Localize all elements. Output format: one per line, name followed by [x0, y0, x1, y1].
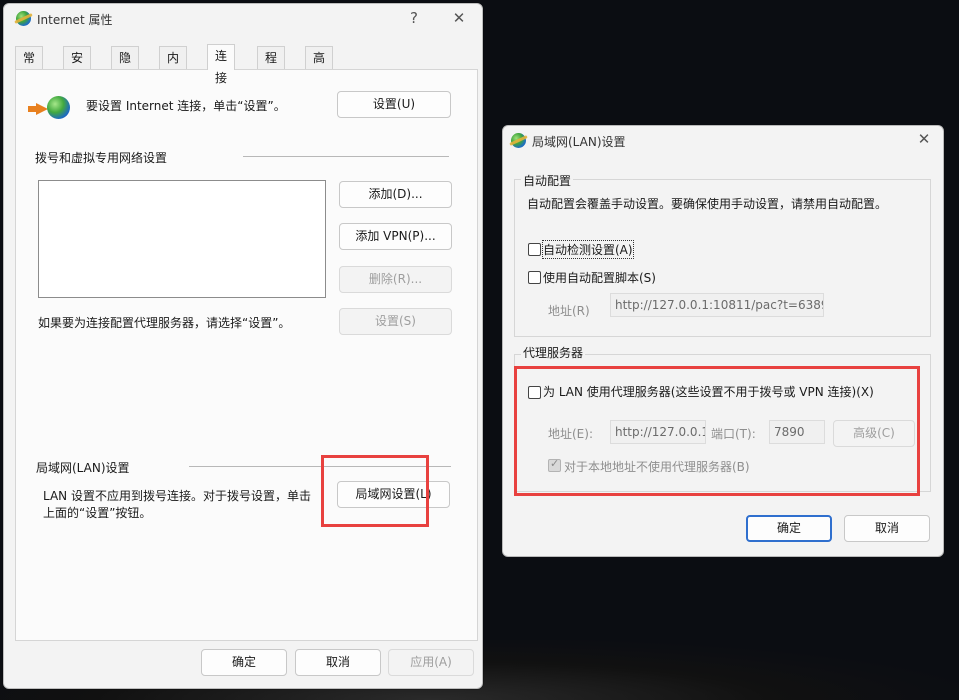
dialup-separator [243, 156, 449, 157]
tab-connections[interactable]: 连接 [207, 44, 236, 85]
cancel-button[interactable]: 取消 [295, 649, 381, 676]
tab-advanced[interactable]: 高级 [305, 46, 334, 87]
dialup-heading: 拨号和虚拟专用网络设置 [35, 151, 168, 165]
highlight-proxy-group [514, 366, 920, 496]
setup-button[interactable]: 设置(U) [337, 91, 451, 118]
tab-general[interactable]: 常规 [15, 46, 44, 87]
dialog-title: 局域网(LAN)设置 [532, 135, 626, 149]
close-button[interactable]: ✕ [444, 9, 474, 27]
lan-description-line1: LAN 设置不应用到拨号连接。对于拨号设置，单击 [43, 489, 311, 503]
close-button[interactable]: ✕ [909, 130, 939, 148]
tab-content[interactable]: 内容 [159, 46, 188, 87]
internet-properties-window: Internet 属性 ? ✕ 常规 安全 隐私 内容 连接 程序 高级 要设置… [3, 3, 483, 689]
network-connect-icon [28, 96, 70, 122]
proxy-server-heading: 代理服务器 [521, 344, 586, 361]
script-address-input[interactable]: http://127.0.0.1:10811/pac?t=63899 [610, 293, 824, 317]
lan-heading: 局域网(LAN)设置 [36, 461, 130, 475]
add-button[interactable]: 添加(D)... [339, 181, 452, 208]
window-title: Internet 属性 [37, 13, 113, 27]
setup-text: 要设置 Internet 连接，单击“设置”。 [86, 99, 286, 113]
lan-globe-icon [511, 133, 526, 148]
auto-detect-checkbox[interactable] [528, 243, 541, 256]
tab-security[interactable]: 安全 [63, 46, 92, 87]
ok-button[interactable]: 确定 [746, 515, 832, 542]
auto-config-description: 自动配置会覆盖手动设置。要确保使用手动设置，请禁用自动配置。 [527, 197, 888, 211]
script-address-label: 地址(R) [548, 304, 590, 318]
use-script-checkbox[interactable] [528, 271, 541, 284]
internet-globe-icon [16, 11, 31, 26]
ok-button[interactable]: 确定 [201, 649, 287, 676]
use-script-label[interactable]: 使用自动配置脚本(S) [543, 269, 656, 286]
tab-privacy[interactable]: 隐私 [111, 46, 140, 87]
lan-settings-dialog: 局域网(LAN)设置 ✕ 自动配置 自动配置会覆盖手动设置。要确保使用手动设置，… [502, 125, 944, 557]
help-button[interactable]: ? [399, 9, 429, 27]
lan-description-line2: 上面的“设置”按钮。 [43, 506, 152, 520]
tab-programs[interactable]: 程序 [257, 46, 286, 87]
auto-config-heading: 自动配置 [521, 172, 574, 189]
connection-list[interactable] [38, 180, 326, 298]
add-vpn-button[interactable]: 添加 VPN(P)... [339, 223, 452, 250]
highlight-lan-settings-button [321, 455, 429, 527]
proxy-hint-text: 如果要为连接配置代理服务器，请选择“设置”。 [38, 316, 291, 330]
auto-detect-label[interactable]: 自动检测设置(A) [542, 240, 634, 259]
settings-button[interactable]: 设置(S) [339, 308, 452, 335]
cancel-button[interactable]: 取消 [844, 515, 930, 542]
remove-button[interactable]: 删除(R)... [339, 266, 452, 293]
apply-button[interactable]: 应用(A) [388, 649, 474, 676]
